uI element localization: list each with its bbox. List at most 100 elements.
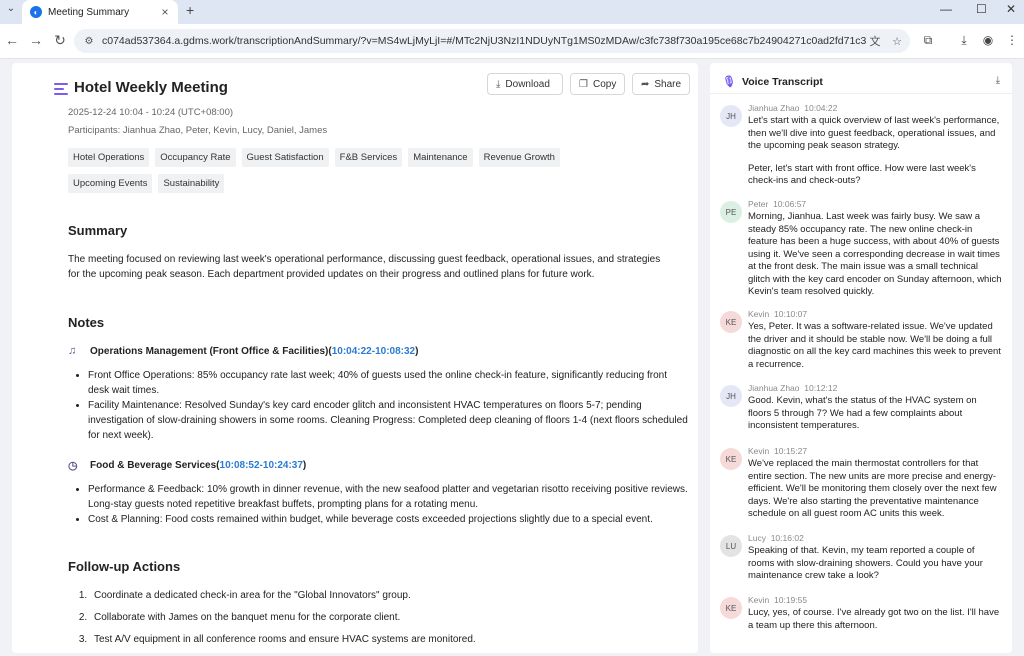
transcript-entry: JH Jianhua Zhao 10:12:12 Good. Kevin, wh… [720, 383, 1004, 439]
transcript-entry: LU Lucy 10:16:02 Speaking of that. Kevin… [720, 533, 1004, 589]
more-icon[interactable]: ⋮ [1004, 33, 1020, 47]
transcript-entry: JH Jianhua Zhao 10:04:22 Let's start wit… [720, 103, 1004, 195]
speaker-line: Lucy 10:16:02 [748, 533, 804, 543]
reload-icon[interactable]: ↻ [52, 32, 68, 49]
share-icon: ➦ [641, 78, 650, 90]
transcript-entry: KE Kevin 10:15:27 We've replaced the mai… [720, 446, 1004, 524]
tag: Occupancy Rate [155, 148, 236, 167]
transcript-entry: KE Kevin 10:10:07 Yes, Peter. It was a s… [720, 309, 1004, 375]
tag: F&B Services [334, 148, 403, 167]
transcript-text: Lucy, yes, of course. I've already got t… [748, 607, 1000, 631]
document-list-icon [54, 83, 68, 95]
speaker-line: Kevin 10:19:55 [748, 595, 807, 605]
url-text: c074ad537364.a.gdms.work/transcriptionAn… [102, 35, 866, 47]
avatar: LU [720, 535, 742, 557]
download-icon: ⤓ [496, 78, 501, 90]
speaker-time: 10:10:07 [774, 309, 808, 319]
speaker-name: Kevin [748, 309, 770, 319]
followup-list: Coordinate a dedicated check-in area for… [72, 590, 690, 653]
timestamp-end-link[interactable]: 10:24:37 [263, 460, 303, 471]
tag: Guest Satisfaction [241, 148, 329, 167]
summary-text: The meeting focused on reviewing last we… [68, 254, 661, 280]
download-button[interactable]: ⤓ Download [487, 73, 563, 95]
transcript-heading: 🎙 Voice Transcript [722, 75, 823, 89]
back-icon[interactable]: ← [4, 32, 20, 48]
list-item: Cost & Planning: Food costs remained wit… [88, 512, 688, 527]
list-item: Test A/V equipment in all conference roo… [90, 634, 690, 645]
timestamp-end-link[interactable]: 10:08:32 [375, 346, 415, 357]
voice-icon: 🎙 [722, 76, 736, 88]
timestamp-start-link[interactable]: 10:08:52 [220, 460, 260, 471]
tag: Revenue Growth [478, 148, 560, 167]
tag: Maintenance [408, 148, 473, 167]
transcript-text: Let's start with a quick overview of las… [748, 115, 1000, 186]
extensions-icon[interactable]: ⧉ [920, 33, 936, 48]
page-title: Hotel Weekly Meeting [74, 79, 228, 96]
minimize-icon[interactable]: — [940, 2, 952, 16]
share-button[interactable]: ➦ Share [632, 73, 690, 95]
maximize-icon[interactable]: ☐ [976, 2, 987, 16]
translate-icon[interactable]: 文 [866, 33, 884, 49]
copy-icon: ❐ [579, 78, 588, 90]
copy-button[interactable]: ❐ Copy [570, 73, 625, 95]
transcript-text: Good. Kevin, what's the status of the HV… [748, 395, 977, 431]
list-item: Collaborate with James on the banquet me… [90, 612, 690, 623]
list-item: Facility Maintenance: Resolved Sunday's … [88, 398, 688, 443]
note-section-title: ♫ Operations Management (Front Office & … [68, 345, 419, 357]
speaker-time: 10:04:22 [804, 103, 838, 113]
browser-toolbar: ← → ↻ ⚙ c074ad537364.a.gdms.work/transcr… [0, 24, 1024, 59]
transcript-text: Speaking of that. Kevin, my team reporte… [748, 545, 983, 581]
speaker-time: 10:15:27 [774, 446, 808, 456]
site-settings-icon[interactable]: ⚙ [82, 36, 96, 47]
tab-search-icon[interactable]: ⌄ [4, 3, 18, 19]
transcript-text: Yes, Peter. It was a software-related is… [748, 321, 1001, 370]
list-item: Coordinate a dedicated check-in area for… [90, 590, 690, 601]
speaker-line: Kevin 10:15:27 [748, 446, 807, 456]
followup-heading: Follow-up Actions [68, 559, 181, 574]
download-transcript-icon[interactable]: ⤓ [996, 75, 1000, 86]
browser-tab[interactable]: ◐ Meeting Summary × [22, 0, 178, 24]
profile-icon[interactable]: ◉ [980, 33, 996, 47]
clock-icon: ◷ [68, 460, 78, 472]
music-note-icon: ♫ [68, 345, 77, 357]
tag: Upcoming Events [68, 174, 153, 193]
transcript-text: Morning, Jianhua. Last week was fairly b… [748, 211, 1002, 297]
close-window-icon[interactable]: ✕ [1006, 2, 1016, 16]
close-icon[interactable]: × [158, 5, 172, 19]
speaker-line: Kevin 10:10:07 [748, 309, 807, 319]
transcript-entry: PE Peter 10:06:57 Morning, Jianhua. Last… [720, 199, 1004, 301]
speaker-name: Jianhua Zhao [748, 383, 800, 393]
list-item: Performance & Feedback: 10% growth in di… [88, 482, 688, 512]
note-section-title: ◷ Food & Beverage Services(10:08:52 - 10… [68, 460, 307, 472]
list-item: Front Office Operations: 85% occupancy r… [88, 368, 688, 398]
avatar: JH [720, 105, 742, 127]
speaker-name: Peter [748, 199, 769, 209]
speaker-time: 10:16:02 [770, 533, 804, 543]
tab-title: Meeting Summary [48, 6, 130, 18]
speaker-line: Jianhua Zhao 10:04:22 [748, 103, 837, 113]
transcript-panel: 🎙 Voice Transcript ⤓ JH Jianhua Zhao 10:… [710, 63, 1012, 653]
transcript-text: We've replaced the main thermostat contr… [748, 458, 997, 519]
divider [710, 93, 1012, 94]
favicon-icon: ◐ [30, 6, 42, 18]
forward-icon[interactable]: → [28, 32, 44, 48]
speaker-name: Kevin [748, 595, 770, 605]
summary-panel: Hotel Weekly Meeting ⤓ Download ❐ Copy ➦ Sh… [12, 63, 698, 653]
tag-list: Hotel Operations Occupancy Rate Guest Sati… [68, 147, 648, 199]
download-icon[interactable]: ⤓ [956, 33, 972, 48]
speaker-time: 10:06:57 [773, 199, 807, 209]
bookmark-star-icon[interactable]: ☆ [888, 35, 906, 48]
meeting-participants: Participants: Jianhua Zhao, Peter, Kevin… [68, 125, 328, 136]
avatar: JH [720, 385, 742, 407]
tab-strip: ⌄ ◐ Meeting Summary × + — ☐ ✕ [0, 0, 1024, 24]
address-bar[interactable]: ⚙ c074ad537364.a.gdms.work/transcription… [74, 29, 910, 53]
timestamp-start-link[interactable]: 10:04:22 [332, 346, 372, 357]
summary-heading: Summary [68, 223, 128, 238]
note-bullets: Front Office Operations: 85% occupancy r… [74, 368, 688, 443]
speaker-line: Peter 10:06:57 [748, 199, 806, 209]
tag: Sustainability [158, 174, 225, 193]
speaker-name: Kevin [748, 446, 770, 456]
plus-icon[interactable]: + [186, 2, 194, 18]
notes-heading: Notes [68, 315, 105, 330]
meeting-datetime: 2025-12-24 10:04 - 10:24 (UTC+08:00) [68, 107, 234, 118]
